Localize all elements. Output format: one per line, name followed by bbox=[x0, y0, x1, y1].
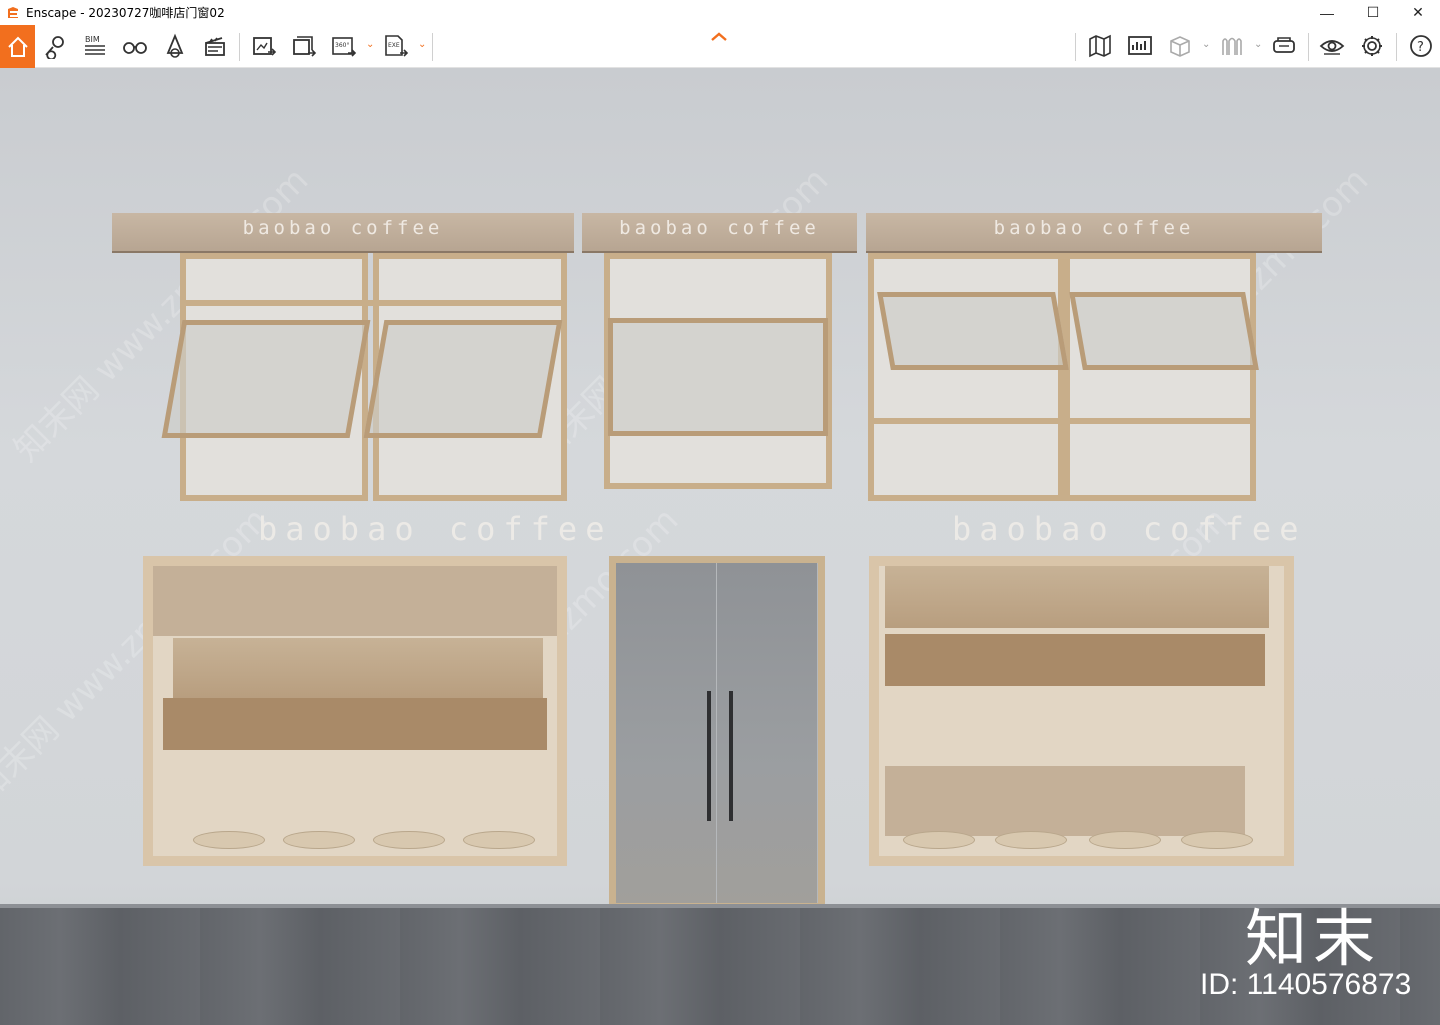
watermark-brand: 知末 bbox=[1245, 902, 1382, 975]
window-sash bbox=[161, 320, 371, 438]
home-button[interactable] bbox=[0, 25, 35, 68]
window-title: Enscape - 20230727咖啡店门窗02 bbox=[26, 6, 225, 20]
watermark-id: ID: 1140576873 bbox=[1200, 968, 1412, 1001]
collapse-toolbar-chevron-icon[interactable] bbox=[708, 30, 730, 44]
svg-text:?: ? bbox=[1417, 40, 1424, 55]
counter-flap bbox=[885, 566, 1269, 628]
material-dropdown-arrow-icon[interactable]: ⌄ bbox=[1254, 39, 1262, 50]
box-dropdown-arrow-icon[interactable]: ⌄ bbox=[1202, 39, 1210, 50]
counter-flap bbox=[163, 698, 547, 750]
seat-cushion bbox=[903, 831, 975, 849]
door-leaf-left bbox=[616, 563, 717, 903]
vr-headset-icon bbox=[1273, 37, 1295, 53]
seat-cushion bbox=[373, 831, 445, 849]
clapperboard-icon bbox=[205, 37, 225, 56]
enscape-logo-icon bbox=[8, 6, 18, 18]
binoculars-icon bbox=[123, 42, 147, 54]
counter-back-panel bbox=[153, 566, 557, 636]
video-editor-button[interactable] bbox=[197, 27, 233, 65]
exe-dropdown-arrow-icon[interactable]: ⌄ bbox=[418, 39, 426, 50]
map-icon bbox=[1089, 34, 1111, 58]
settings-button[interactable] bbox=[1354, 27, 1390, 65]
wood-floor bbox=[0, 908, 1440, 1025]
toolbar-separator bbox=[1075, 33, 1076, 61]
awning-center: baobao coffee bbox=[582, 213, 857, 253]
counter-window-right bbox=[869, 556, 1294, 866]
awning-sign: baobao coffee bbox=[619, 217, 820, 239]
presentation-icon bbox=[1128, 36, 1152, 55]
home-icon bbox=[7, 36, 28, 57]
binoculars-button[interactable] bbox=[117, 27, 153, 65]
exe-export-icon: EXE bbox=[385, 35, 409, 57]
counter-flap bbox=[173, 638, 543, 698]
seat-cushion bbox=[1181, 831, 1253, 849]
window-mullion bbox=[186, 300, 562, 306]
seat-cushion bbox=[283, 831, 355, 849]
title-bar: Enscape - 20230727咖啡店门窗02 — ☐ ✕ bbox=[0, 0, 1440, 25]
seat-cushion bbox=[995, 831, 1067, 849]
panorama-dropdown-arrow-icon[interactable]: ⌄ bbox=[366, 39, 374, 50]
help-icon: ? bbox=[1410, 35, 1432, 57]
batch-render-button[interactable] bbox=[286, 27, 322, 65]
glass-door bbox=[609, 556, 825, 910]
window-sash bbox=[877, 292, 1069, 370]
map-button[interactable] bbox=[1082, 27, 1118, 65]
material-icon bbox=[1222, 37, 1242, 55]
panorama-button[interactable]: 360° bbox=[326, 27, 362, 65]
minimize-button[interactable]: — bbox=[1304, 0, 1350, 25]
cube-icon bbox=[1170, 36, 1190, 57]
counter-window-left bbox=[143, 556, 567, 866]
asset-library-button[interactable] bbox=[157, 27, 193, 65]
svg-text:360°: 360° bbox=[335, 42, 349, 49]
export-image-icon bbox=[253, 37, 277, 56]
screenshot-button[interactable] bbox=[246, 27, 282, 65]
location-pin-icon bbox=[45, 36, 64, 59]
bim-button[interactable]: BIM bbox=[77, 27, 113, 65]
seat-cushion bbox=[463, 831, 535, 849]
box-button[interactable] bbox=[1162, 27, 1198, 65]
counter-flap bbox=[885, 634, 1265, 686]
vr-button[interactable] bbox=[1266, 27, 1302, 65]
awning-sign: baobao coffee bbox=[242, 217, 444, 239]
exe-export-button[interactable]: EXE bbox=[378, 27, 414, 65]
maximize-button[interactable]: ☐ bbox=[1350, 0, 1396, 25]
wall-sign-right: baobao coffee bbox=[952, 510, 1307, 548]
toolbar-separator bbox=[432, 33, 433, 61]
help-button[interactable]: ? bbox=[1403, 27, 1439, 65]
views-button[interactable] bbox=[37, 27, 73, 65]
batch-export-icon bbox=[293, 36, 317, 57]
toolbar-separator bbox=[239, 33, 240, 61]
svg-text:BIM: BIM bbox=[85, 35, 100, 44]
window-sash bbox=[1069, 292, 1259, 370]
bim-icon: BIM bbox=[85, 35, 105, 55]
visual-settings-button[interactable] bbox=[1314, 27, 1350, 65]
awning-sign: baobao coffee bbox=[993, 217, 1195, 239]
enscape-window: Enscape - 20230727咖啡店门窗02 — ☐ ✕ BIM 360°… bbox=[0, 0, 1440, 1025]
render-viewport[interactable]: 知末网 www.znzmo.com 知末网 www.znzmo.com 知末网 … bbox=[0, 68, 1440, 1025]
door-handle bbox=[729, 691, 733, 821]
toolbar-separator bbox=[1308, 33, 1309, 61]
seat-cushion bbox=[1089, 831, 1161, 849]
window-sash bbox=[363, 320, 563, 438]
awning-left: baobao coffee bbox=[112, 213, 574, 253]
bell-shape-icon bbox=[166, 33, 184, 58]
door-handle bbox=[707, 691, 711, 821]
window-sash bbox=[608, 318, 828, 436]
panorama-360-icon: 360° bbox=[332, 37, 357, 57]
gear-icon bbox=[1362, 36, 1382, 56]
awning-right: baobao coffee bbox=[866, 213, 1322, 253]
material-button[interactable] bbox=[1214, 27, 1250, 65]
close-button[interactable]: ✕ bbox=[1395, 0, 1440, 25]
svg-text:EXE: EXE bbox=[388, 42, 400, 49]
upper-window bbox=[1064, 253, 1256, 501]
upper-window bbox=[868, 253, 1064, 501]
toolbar-separator bbox=[1396, 33, 1397, 61]
wall-sign-left: baobao coffee bbox=[258, 510, 613, 548]
info-button[interactable] bbox=[1122, 27, 1158, 65]
counter-back-panel bbox=[885, 766, 1245, 836]
eye-icon bbox=[1319, 40, 1345, 55]
window-mullion bbox=[874, 418, 1250, 424]
seat-cushion bbox=[193, 831, 265, 849]
